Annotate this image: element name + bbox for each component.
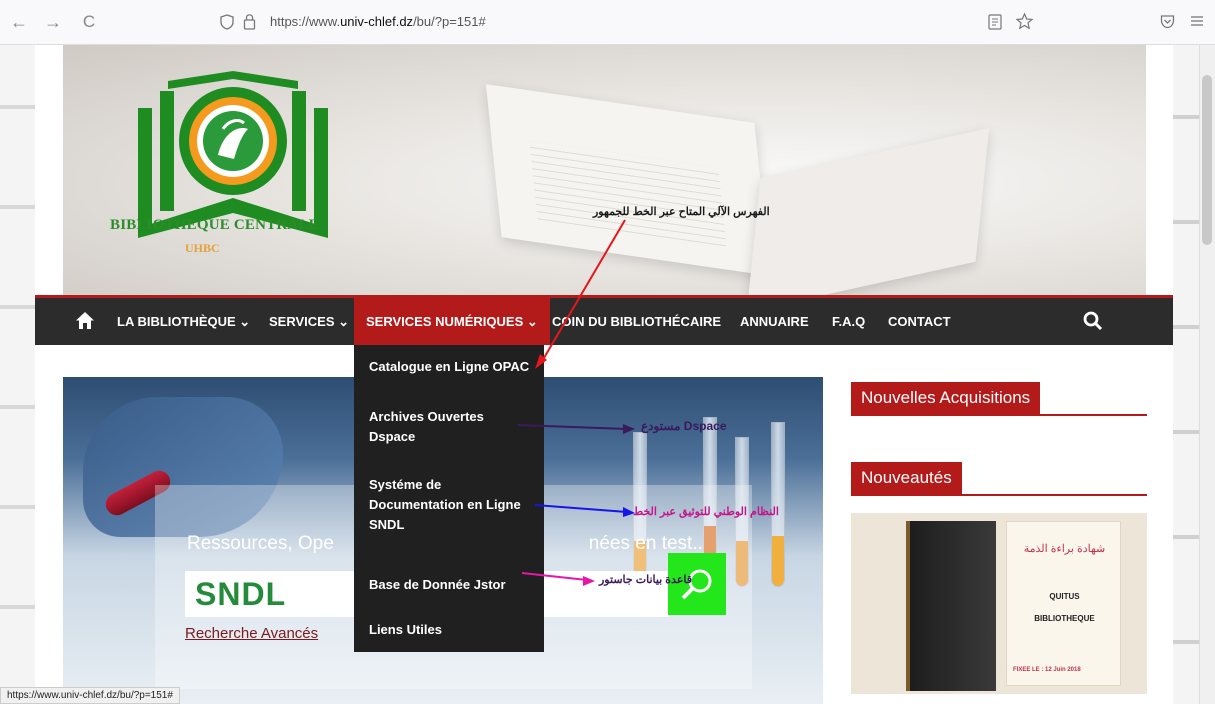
- annotation-arrows: [517, 219, 635, 586]
- menu-icon[interactable]: [1190, 14, 1204, 28]
- address-bar[interactable]: https://www.univ-chlef.dz/bu/?p=151#: [200, 6, 1050, 38]
- pocket-icon[interactable]: [1160, 14, 1175, 29]
- url-text[interactable]: https://www.univ-chlef.dz/bu/?p=151#: [270, 14, 486, 29]
- background-pattern-left: [0, 45, 35, 704]
- lock-icon[interactable]: [243, 13, 256, 30]
- arrow-dspace: [517, 424, 628, 430]
- back-icon[interactable]: ←: [8, 11, 30, 33]
- background-pattern-right: [1169, 45, 1199, 704]
- web-page: BIBLIOTHEQUE CENTRALE UHBC الفهرس الآلي …: [0, 45, 1215, 704]
- annotation-dspace: مستودع Dspace: [641, 419, 727, 433]
- arrow-opac: [540, 219, 626, 364]
- url-domain: univ-chlef.dz: [340, 14, 414, 29]
- reload-icon[interactable]: C: [78, 11, 100, 33]
- url-suffix: /bu/?p=151#: [413, 14, 486, 29]
- browser-toolbar: ← → C https://www.univ-chlef.dz/bu/?p=15…: [0, 0, 1215, 45]
- annotation-sndl: النظام الوطني للتوثيق عبر الخط: [633, 506, 779, 518]
- arrow-sndl: [534, 504, 628, 513]
- arrow-dspace-head: [623, 424, 635, 434]
- reader-view-icon[interactable]: [988, 14, 1002, 30]
- arrow-jstor-head: [583, 576, 595, 586]
- forward-icon[interactable]: →: [42, 11, 64, 33]
- status-bar-url: https://www.univ-chlef.dz/bu/?p=151#: [0, 687, 180, 704]
- page-content: BIBLIOTHEQUE CENTRALE UHBC الفهرس الآلي …: [35, 45, 1173, 704]
- annotation-jstor: قاعدة بيانات جاستور: [599, 574, 693, 586]
- shield-icon[interactable]: [220, 14, 234, 30]
- arrow-jstor: [521, 572, 588, 581]
- url-prefix: https://www.: [270, 14, 341, 29]
- vertical-scrollbar[interactable]: [1199, 45, 1215, 704]
- scroll-thumb[interactable]: [1202, 75, 1212, 245]
- bookmark-star-icon[interactable]: [1016, 13, 1033, 30]
